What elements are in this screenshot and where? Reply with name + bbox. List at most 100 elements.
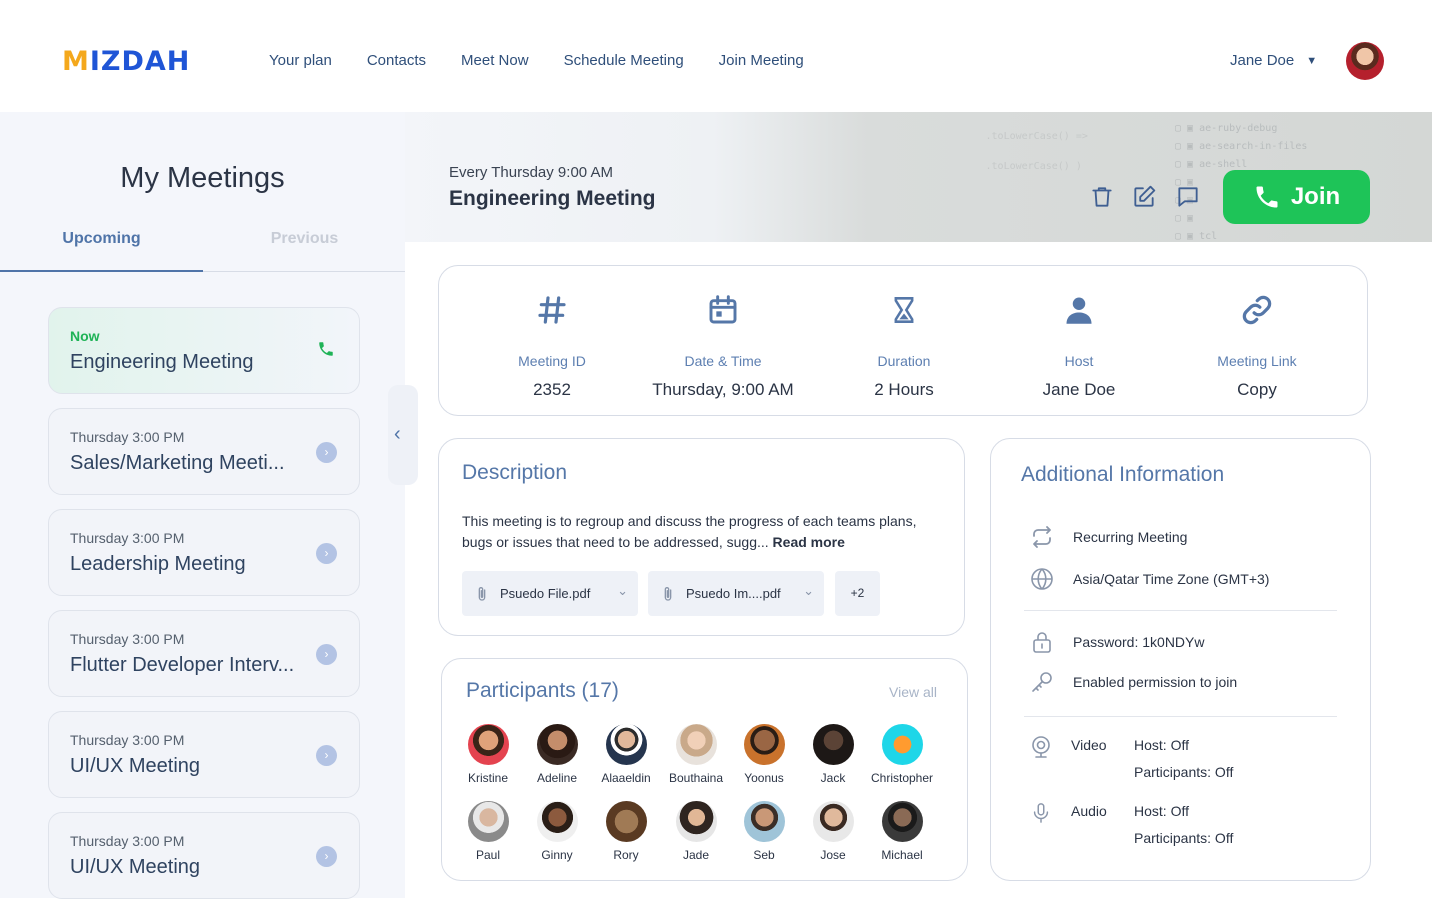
meeting-card[interactable]: Thursday 3:00 PM Sales/Marketing Meeti..… (48, 408, 360, 495)
meeting-name: Flutter Developer Interv... (70, 654, 295, 676)
trash-icon[interactable] (1089, 184, 1115, 210)
participant-avatar (605, 801, 647, 842)
participant[interactable]: Seb (724, 801, 804, 862)
participant[interactable]: Yoonus (724, 724, 804, 785)
participant-name: Seb (753, 848, 775, 862)
participant[interactable]: Jack (793, 724, 873, 785)
meeting-name: UI/UX Meeting (70, 856, 201, 878)
participant[interactable]: Kristine (448, 724, 528, 785)
meeting-card[interactable]: Thursday 3:00 PM UI/UX Meeting › (48, 812, 360, 899)
participant-avatar (605, 724, 647, 765)
user-icon (1066, 297, 1092, 324)
meeting-name: Engineering Meeting (70, 351, 254, 373)
divider (1024, 610, 1337, 611)
sidebar-title: My Meetings (120, 162, 285, 194)
video-label: Video (1071, 737, 1107, 753)
participant-avatar (536, 724, 578, 765)
participant[interactable]: Christopher (862, 724, 942, 785)
meeting-card[interactable]: Thursday 3:00 PM Flutter Developer Inter… (48, 610, 360, 697)
participant[interactable]: Michael (862, 801, 942, 862)
now-label: Now (70, 328, 100, 344)
info-text: Recurring Meeting (1073, 529, 1188, 545)
attachment-file[interactable]: Psuedo File.pdf ⌄ (462, 571, 638, 616)
participant[interactable]: Alaaeldin (586, 724, 666, 785)
participant[interactable]: Jose (793, 801, 873, 862)
chevron-right-icon[interactable]: › (316, 846, 337, 867)
participant-name: Yoonus (744, 771, 784, 785)
info-permission: Enabled permission to join (1029, 670, 1237, 694)
participant-name: Paul (475, 848, 501, 862)
meeting-time: Thursday 3:00 PM (70, 732, 185, 748)
user-menu[interactable]: Jane Doe ▼ (1230, 52, 1317, 69)
phone-icon[interactable] (317, 340, 335, 358)
video-host-status: Host: Off (1134, 737, 1189, 753)
nav-your-plan[interactable]: Your plan (269, 52, 332, 69)
collapse-sidebar-button[interactable]: ‹ (388, 385, 418, 485)
info-text: Enabled permission to join (1073, 674, 1238, 690)
chevron-right-icon[interactable]: › (316, 745, 337, 766)
participant-avatar (743, 724, 785, 765)
participant[interactable]: Paul (448, 801, 528, 862)
attachment-file[interactable]: Psuedo Im....pdf ⌄ (648, 571, 824, 616)
participant-avatar (743, 801, 785, 842)
chevron-right-icon[interactable]: › (316, 644, 337, 665)
view-all-link[interactable]: View all (889, 684, 937, 700)
meeting-name: Leadership Meeting (70, 553, 246, 575)
stat-label: Host (1064, 353, 1094, 369)
globe-icon (1031, 568, 1053, 590)
attachment-name: Psuedo Im....pdf (686, 586, 781, 601)
participant[interactable]: Adeline (517, 724, 597, 785)
brand-logo[interactable]: MIZDAH (62, 46, 190, 77)
meeting-card[interactable]: Thursday 3:00 PM Leadership Meeting › (48, 509, 360, 596)
tab-previous[interactable]: Previous (203, 230, 406, 248)
audio-participants-status: Participants: Off (1134, 830, 1234, 846)
nav-schedule-meeting[interactable]: Schedule Meeting (564, 52, 684, 69)
description-text: This meeting is to regroup and discuss t… (462, 511, 942, 553)
nav-meet-now[interactable]: Meet Now (461, 52, 529, 69)
info-timezone: Asia/Qatar Time Zone (GMT+3) (1029, 567, 1269, 591)
webcam-icon (1032, 736, 1050, 758)
more-attachments-button[interactable]: +2 (835, 571, 880, 616)
nav-contacts[interactable]: Contacts (367, 52, 426, 69)
participant-name: Adeline (536, 771, 578, 785)
chevron-left-icon: ‹ (394, 423, 401, 445)
meeting-card-current[interactable]: Now Engineering Meeting (48, 307, 360, 394)
user-avatar[interactable] (1346, 42, 1384, 80)
nav-join-meeting[interactable]: Join Meeting (719, 52, 804, 69)
participant-avatar (881, 801, 923, 842)
tab-upcoming[interactable]: Upcoming (0, 230, 203, 248)
chevron-down-icon[interactable]: ⌄ (617, 583, 628, 599)
microphone-icon (1033, 803, 1049, 823)
info-password: Password: 1k0NDYw (1029, 629, 1205, 655)
edit-icon[interactable] (1131, 184, 1157, 210)
meeting-time: Thursday 3:00 PM (70, 833, 185, 849)
paperclip-icon (478, 586, 486, 601)
join-button[interactable]: Join (1223, 170, 1370, 224)
participants-card: Participants (17) View all Kristine Adel… (441, 658, 968, 881)
copy-link-button[interactable]: Copy (1167, 380, 1347, 400)
participant-avatar (675, 801, 717, 842)
comment-icon[interactable] (1175, 184, 1201, 210)
info-text: Asia/Qatar Time Zone (GMT+3) (1073, 571, 1270, 587)
info-recurring: Recurring Meeting (1029, 525, 1187, 549)
read-more-link[interactable]: Read more (773, 534, 845, 550)
participants-title: Participants (17) (466, 679, 619, 702)
meeting-card[interactable]: Thursday 3:00 PM UI/UX Meeting › (48, 711, 360, 798)
chevron-down-icon[interactable]: ⌄ (803, 583, 814, 599)
stat-label: Meeting ID (518, 353, 586, 369)
stat-label: Duration (877, 353, 931, 369)
banner-background-code: .toLowerCase() => .toLowerCase() ) (985, 131, 1088, 172)
description-title: Description (462, 461, 568, 484)
participant[interactable]: Ginny (517, 801, 597, 862)
description-card: Description This meeting is to regroup a… (438, 438, 965, 636)
participant-name: Kristine (467, 771, 508, 785)
additional-info-title: Additional Information (1021, 463, 1225, 486)
participant[interactable]: Rory (586, 801, 666, 862)
chevron-right-icon[interactable]: › (316, 442, 337, 463)
participant-avatar (812, 724, 854, 765)
participant-name: Jose (820, 848, 846, 862)
user-name: Jane Doe (1230, 52, 1295, 69)
divider (1024, 716, 1337, 717)
chevron-right-icon[interactable]: › (316, 543, 337, 564)
stat-meeting-link[interactable]: Meeting Link Copy (1167, 290, 1347, 400)
